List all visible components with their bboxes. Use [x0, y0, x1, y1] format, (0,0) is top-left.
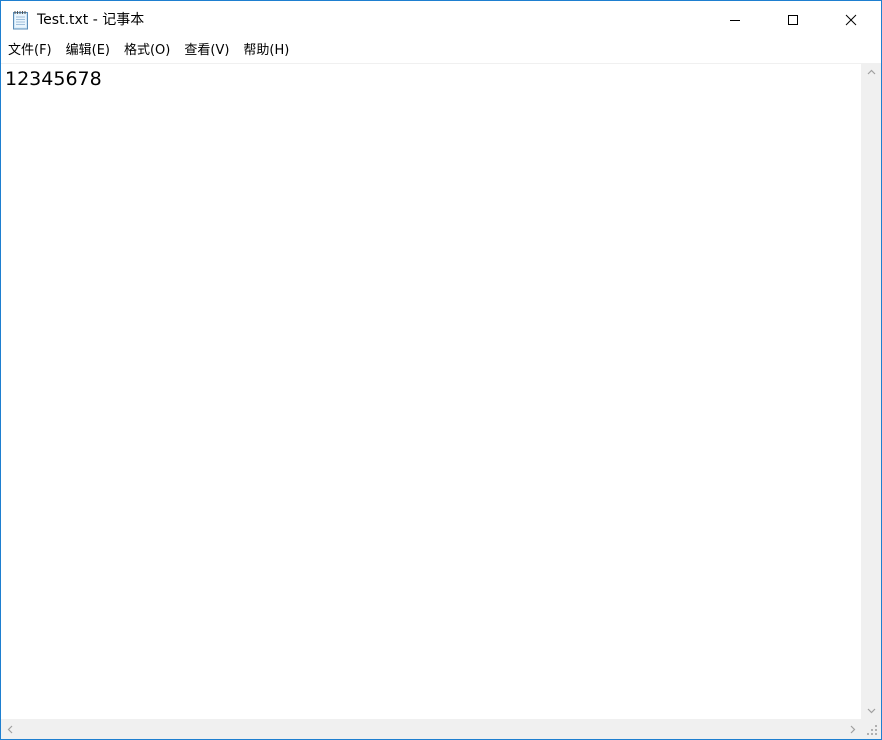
size-grip[interactable] — [861, 719, 881, 739]
chevron-right-icon — [850, 725, 855, 733]
chevron-up-icon — [867, 69, 875, 74]
close-button[interactable] — [822, 1, 880, 39]
chevron-left-icon — [7, 725, 12, 733]
horizontal-scrollbar[interactable] — [1, 719, 861, 739]
window-title: Test.txt - 记事本 — [37, 12, 145, 28]
scroll-down-button[interactable] — [861, 702, 881, 719]
scroll-up-button[interactable] — [861, 63, 881, 80]
menu-help[interactable]: 帮助(H) — [236, 39, 296, 63]
text-editor[interactable]: 12345678 — [1, 63, 861, 719]
vertical-scrollbar[interactable] — [861, 63, 881, 719]
minimize-button[interactable] — [706, 1, 764, 39]
scroll-left-button[interactable] — [1, 719, 18, 739]
chevron-down-icon — [867, 708, 875, 713]
scroll-right-button[interactable] — [844, 719, 861, 739]
menu-bar: 文件(F) 编辑(E) 格式(O) 查看(V) 帮助(H) — [1, 39, 881, 63]
size-grip-icon — [867, 725, 877, 735]
maximize-button[interactable] — [764, 1, 822, 39]
menu-file[interactable]: 文件(F) — [1, 39, 59, 63]
title-bar[interactable]: Test.txt - 记事本 — [1, 1, 881, 39]
notepad-window: Test.txt - 记事本 文件(F) 编辑(E) 格式(O) 查看(V) 帮… — [0, 0, 882, 740]
menu-format[interactable]: 格式(O) — [117, 39, 177, 63]
minimize-icon — [730, 20, 740, 21]
close-icon — [845, 14, 857, 26]
menu-view[interactable]: 查看(V) — [177, 39, 236, 63]
maximize-icon — [788, 15, 798, 25]
notepad-icon[interactable] — [12, 10, 30, 30]
editor-content[interactable]: 12345678 — [5, 68, 102, 90]
menu-edit[interactable]: 编辑(E) — [59, 39, 117, 63]
